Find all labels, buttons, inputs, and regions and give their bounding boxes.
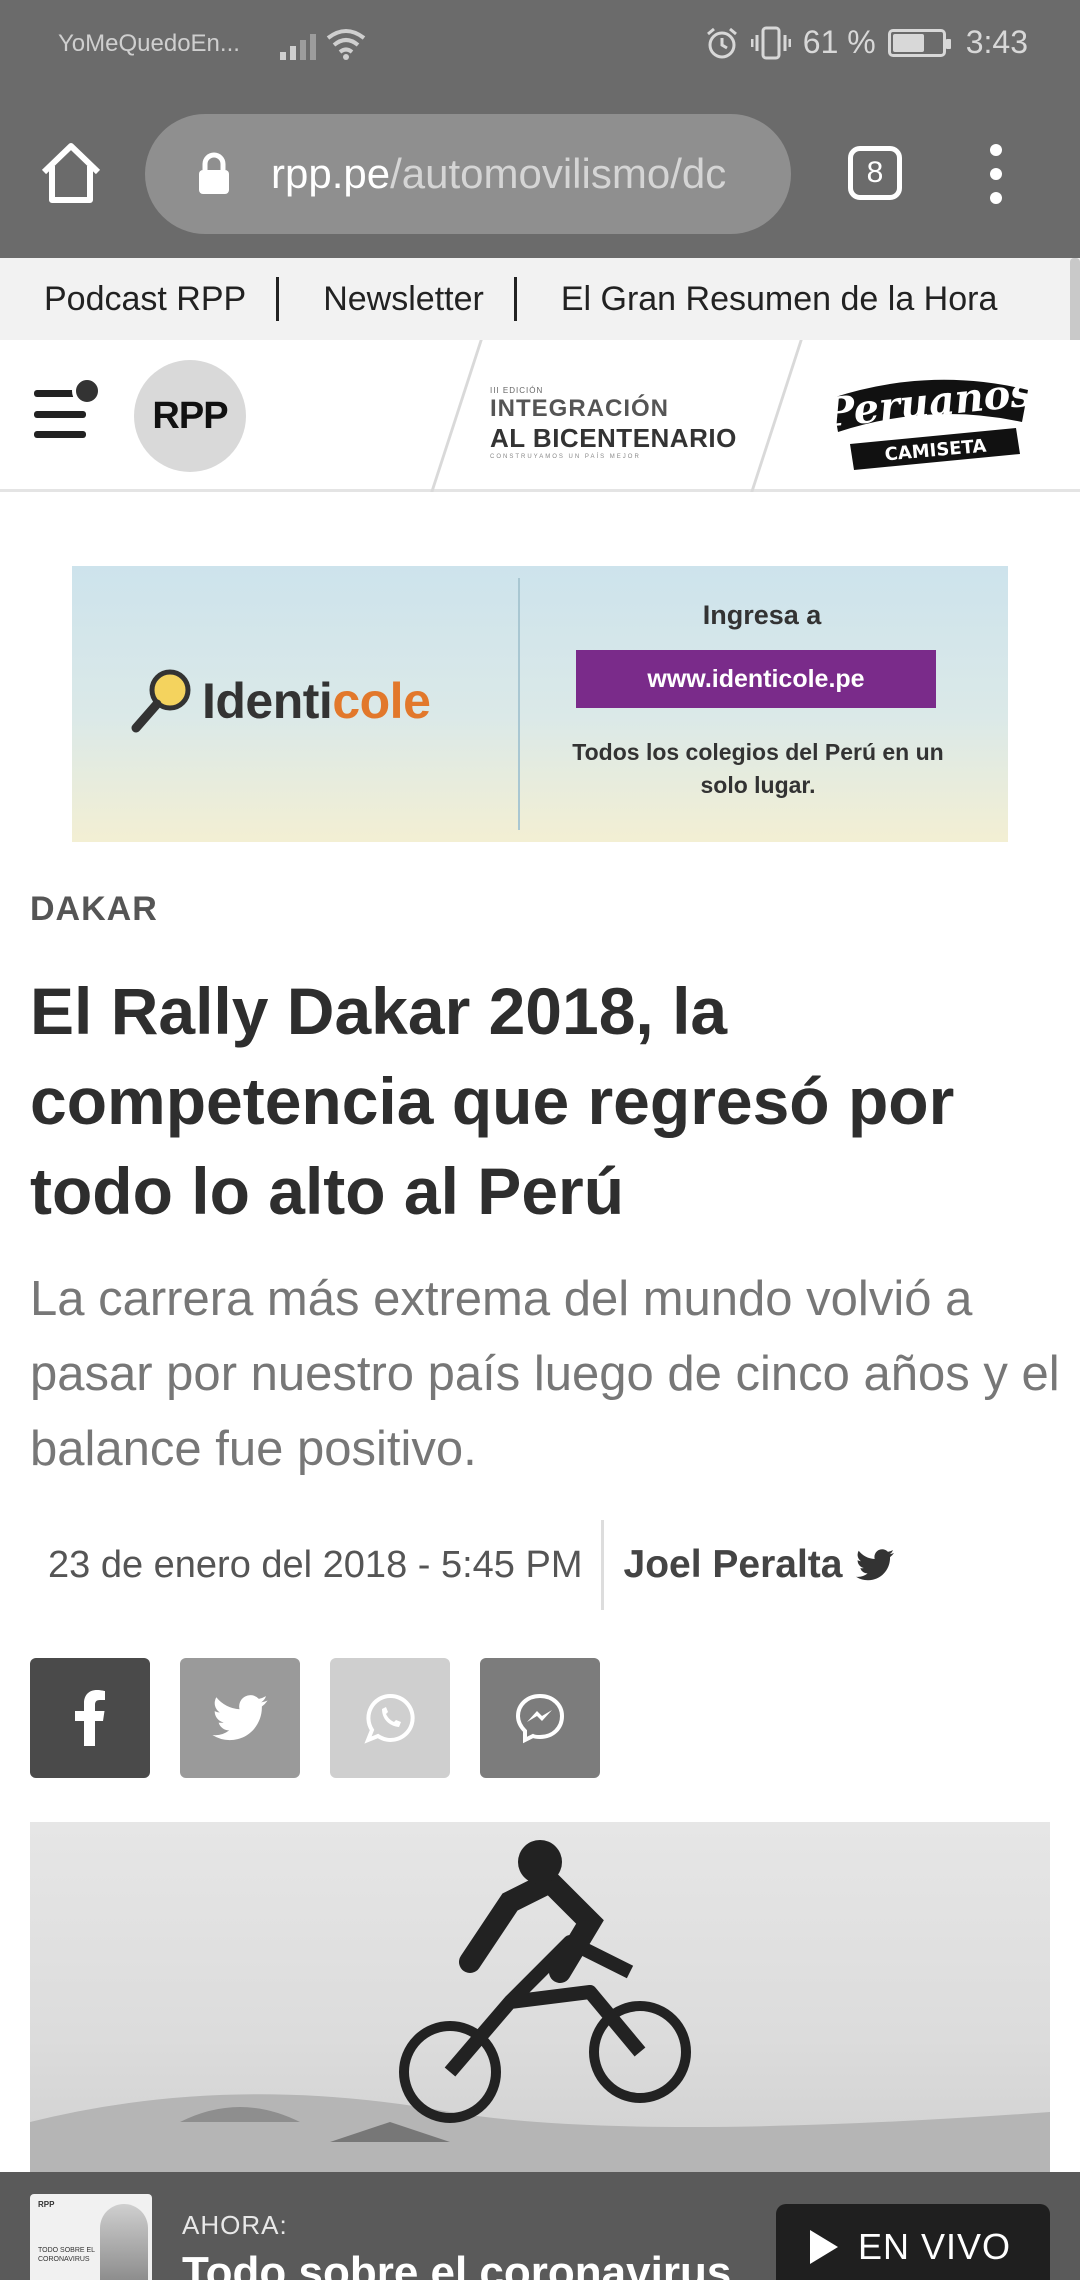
notification-dot (72, 376, 102, 406)
whatsapp-icon (364, 1693, 415, 1744)
ad-brand-a: Identi (202, 673, 333, 729)
ad-description: Todos los colegios del Perú en un solo l… (572, 739, 944, 798)
twitter-icon (212, 1695, 268, 1741)
url-path: /automovilismo/dc (390, 150, 727, 197)
bicentenario-line1: INTEGRACIÓN (490, 395, 669, 422)
clock: 3:43 (965, 24, 1028, 60)
bicentenario-edition: III EDICIÓN (490, 386, 544, 395)
article-author[interactable]: Joel Peralta (624, 1543, 843, 1587)
status-bar: YoMeQuedoEn... 61 % 3:43 (0, 0, 1080, 92)
rpp-logo[interactable]: RPP (134, 360, 246, 472)
live-thumbnail-brand: RPP (38, 2200, 55, 2209)
messenger-icon (515, 1693, 565, 1744)
article-subheadline: La carrera más extrema del mundo volvió … (30, 1272, 1060, 1476)
home-icon[interactable] (36, 138, 106, 208)
peruanos-camiseta-logo[interactable]: Peruanos CAMISETA (820, 358, 1040, 478)
play-icon (810, 2230, 838, 2264)
article-headline: El Rally Dakar 2018, la competencia que … (30, 974, 955, 1228)
article-date: 23 de enero del 2018 - 5:45 PM (48, 1543, 583, 1586)
facebook-icon (75, 1690, 105, 1746)
magnifier-icon (131, 669, 191, 733)
identicole-ad-banner[interactable]: Identicole Ingresa a www.identicole.pe T… (72, 566, 1008, 842)
live-thumbnail: RPP TODO SOBRE EL CORONAVIRUS (30, 2194, 152, 2280)
identicole-logo: Identicole (130, 666, 431, 736)
divider (518, 578, 520, 830)
ad-url-link[interactable]: www.identicole.pe (576, 650, 936, 708)
alarm-icon (706, 27, 737, 58)
address-bar[interactable]: rpp.pe/automovilismo/dc (145, 114, 791, 234)
link-gran-resumen[interactable]: El Gran Resumen de la Hora (517, 280, 1028, 319)
presenter-photo (100, 2204, 148, 2280)
motorcycle-jump-photo (30, 1840, 1050, 2182)
integracion-bicentenario-logo[interactable]: III EDICIÓN INTEGRACIÓN AL BICENTENARIO … (490, 386, 740, 460)
share-whatsapp-button[interactable] (330, 1658, 450, 1778)
battery-percent: 61 % (802, 24, 876, 60)
browser-toolbar: rpp.pe/automovilismo/dc 8 (0, 92, 1080, 258)
ad-brand-b: cole (332, 673, 431, 729)
section-tag[interactable]: DAKAR (30, 890, 158, 929)
ad-ingresa: Ingresa a (702, 600, 822, 630)
twitter-icon[interactable] (856, 1549, 895, 1581)
top-nav-links: Podcast RPP Newsletter El Gran Resumen d… (0, 258, 1080, 340)
live-thumbnail-text: TODO SOBRE EL CORONAVIRUS (38, 2247, 95, 2263)
vibrate-icon (750, 26, 791, 59)
site-header: RPP III EDICIÓN INTEGRACIÓN AL BICENTENA… (0, 340, 1080, 492)
divider (750, 340, 803, 492)
tab-switcher-button[interactable]: 8 (848, 146, 902, 200)
url-text: rpp.pe/automovilismo/dc (271, 150, 726, 198)
live-label: AHORA: (182, 2210, 288, 2240)
more-menu-icon[interactable] (984, 144, 1008, 204)
link-podcast-rpp[interactable]: Podcast RPP (0, 280, 276, 319)
share-buttons (30, 1658, 600, 1778)
en-vivo-button[interactable]: EN VIVO (776, 2204, 1050, 2280)
share-messenger-button[interactable] (480, 1658, 600, 1778)
url-domain: rpp.pe (271, 150, 391, 197)
article-meta: 23 de enero del 2018 - 5:45 PM Joel Pera… (48, 1520, 1048, 1610)
en-vivo-label: EN VIVO (858, 2226, 1012, 2267)
article-hero-image (30, 1822, 1050, 2182)
bicentenario-line2: AL BICENTENARIO (490, 423, 737, 453)
carrier-name: YoMeQuedoEn... (58, 30, 240, 57)
signal-icon (280, 28, 316, 60)
divider (430, 340, 483, 492)
battery-icon (887, 28, 951, 57)
link-newsletter[interactable]: Newsletter (279, 280, 514, 319)
lock-icon (199, 152, 229, 194)
wifi-icon (326, 29, 366, 60)
bicentenario-tagline: CONSTRUYAMOS UN PAÍS MEJOR (490, 454, 641, 460)
divider (600, 1520, 604, 1610)
peruanos-title: Peruanos (821, 368, 1035, 437)
live-now-bar[interactable]: RPP TODO SOBRE EL CORONAVIRUS AHORA: Tod… (0, 2172, 1080, 2280)
live-title[interactable]: Todo sobre el coronavirus (182, 2248, 731, 2280)
share-facebook-button[interactable] (30, 1658, 150, 1778)
share-twitter-button[interactable] (180, 1658, 300, 1778)
